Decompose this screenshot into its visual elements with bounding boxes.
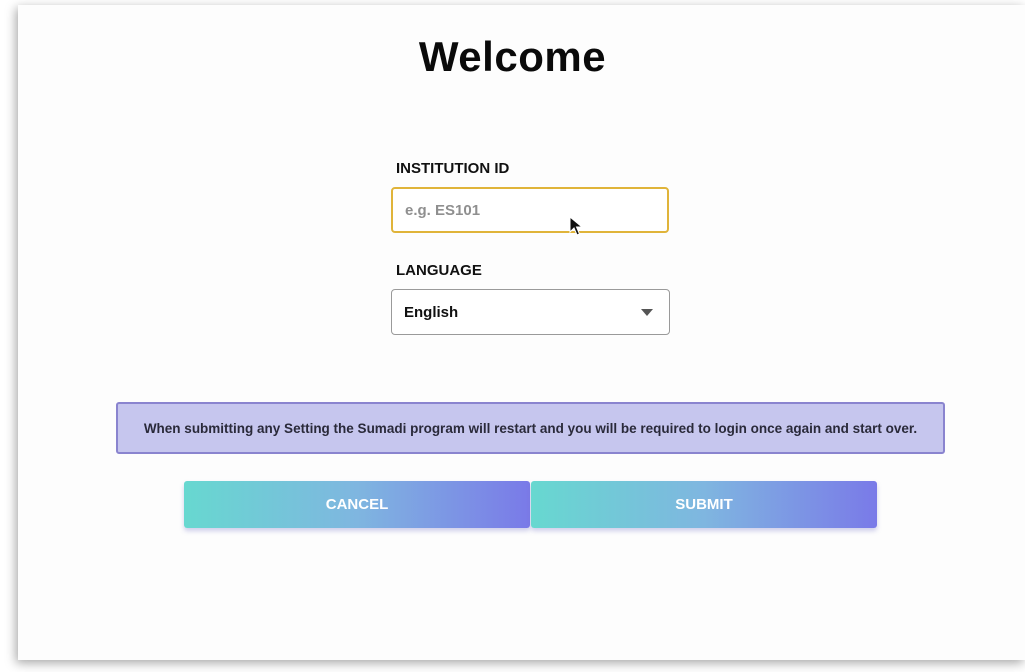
chevron-down-icon xyxy=(641,308,653,316)
notice-text: When submitting any Setting the Sumadi p… xyxy=(143,420,918,436)
institution-id-label: INSTITUTION ID xyxy=(396,160,510,177)
restart-notice: When submitting any Setting the Sumadi p… xyxy=(116,402,945,454)
page-title: Welcome xyxy=(418,33,607,80)
mouse-cursor-icon xyxy=(569,216,583,236)
language-label: LANGUAGE xyxy=(396,262,482,279)
language-selected-value: English xyxy=(404,303,459,321)
institution-id-input[interactable] xyxy=(391,187,669,233)
cancel-button[interactable]: CANCEL xyxy=(184,481,530,528)
language-select[interactable]: English xyxy=(391,289,670,335)
submit-button[interactable]: SUBMIT xyxy=(531,481,877,528)
